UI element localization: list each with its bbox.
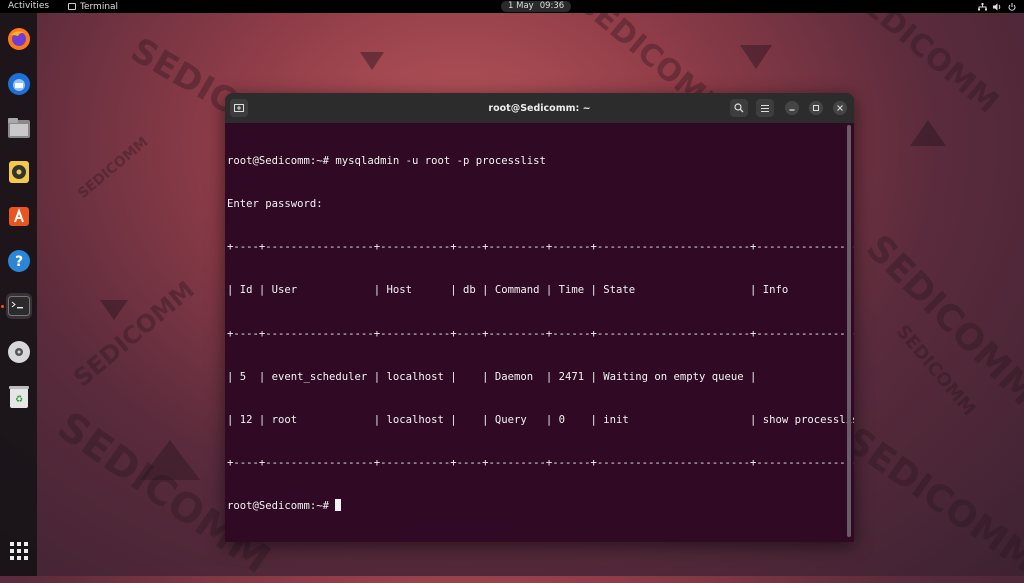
table-header: | Id | User | Host | db | Command | Time…: [227, 284, 854, 297]
power-icon: [1008, 2, 1016, 11]
watermark-text: SEDICOMM: [74, 134, 152, 202]
help-icon[interactable]: ?: [6, 248, 32, 274]
prompt: root@Sedicomm:~#: [227, 500, 336, 513]
scrollbar[interactable]: [847, 125, 851, 537]
disc-icon[interactable]: [6, 339, 32, 365]
svg-text:♻: ♻: [15, 395, 23, 405]
hamburger-icon: [761, 104, 769, 112]
top-bar: Activities Terminal 1 May 09:36: [0, 0, 1024, 13]
terminal-output[interactable]: root@Sedicomm:~# mysqladmin -u root -p p…: [227, 125, 854, 535]
rhythmbox-icon[interactable]: [6, 159, 32, 185]
clock[interactable]: 1 May 09:36: [501, 1, 572, 12]
terminal-icon[interactable]: [6, 293, 32, 319]
table-row: | 12 | root | localhost | | Query | 0 | …: [227, 414, 854, 427]
wallpaper-triangle: [100, 300, 128, 320]
command-line: root@Sedicomm:~# mysqladmin -u root -p p…: [227, 154, 546, 167]
watermark-text: SEDICOMM: [68, 275, 200, 393]
maximize-icon: [813, 105, 819, 111]
text-cursor: [335, 499, 342, 512]
table-row: | 5 | event_scheduler | localhost | | Da…: [227, 370, 854, 383]
show-apps-icon[interactable]: [6, 538, 32, 564]
files-icon[interactable]: [6, 115, 32, 141]
running-indicator: [1, 305, 4, 308]
watermark-text: SEDICOMM: [858, 227, 1024, 414]
new-tab-button[interactable]: [230, 99, 248, 117]
firefox-icon[interactable]: [6, 26, 32, 52]
close-icon: [837, 105, 843, 111]
table-border: +----+-----------------+-----------+----…: [227, 457, 854, 470]
terminal-window[interactable]: root@Sedicomm: ~ root@Sedicomm:~# mysqla…: [225, 93, 854, 542]
watermark-text: SEDICOMM: [840, 0, 1005, 121]
wallpaper-triangle: [140, 440, 200, 480]
minimize-icon: [789, 109, 795, 111]
menu-button[interactable]: [756, 99, 774, 117]
maximize-button[interactable]: [809, 101, 823, 115]
software-icon[interactable]: [6, 203, 32, 229]
search-button[interactable]: [730, 99, 748, 117]
dock: ? ♻: [0, 13, 37, 576]
clock-date: 1 May: [508, 1, 534, 11]
output-line: Enter password:: [227, 198, 323, 211]
clock-time: 09:36: [539, 1, 565, 11]
wallpaper-triangle: [360, 52, 384, 70]
terminal-small-icon: [68, 3, 76, 10]
table-border: +----+-----------------+-----------+----…: [227, 241, 854, 254]
watermark-text: SEDICOMM: [838, 419, 1024, 582]
app-menu-label: Terminal: [80, 1, 119, 12]
new-tab-icon: [234, 104, 244, 112]
wallpaper-triangle: [740, 45, 772, 69]
wallpaper-triangle: [910, 120, 946, 146]
network-icon: [978, 2, 987, 10]
thunderbird-icon[interactable]: [6, 71, 32, 97]
activities-button[interactable]: Activities: [8, 0, 49, 13]
system-tray[interactable]: [978, 0, 1016, 13]
prompt-line[interactable]: root@Sedicomm:~#: [227, 499, 847, 513]
app-menu[interactable]: Terminal: [68, 0, 118, 13]
watermark-text: SEDICOMM: [891, 321, 980, 420]
terminal-header[interactable]: root@Sedicomm: ~: [225, 93, 854, 123]
volume-icon: [993, 3, 1001, 10]
close-button[interactable]: [833, 101, 847, 115]
svg-text:?: ?: [15, 254, 23, 270]
trash-icon[interactable]: ♻: [6, 384, 32, 410]
window-title: root@Sedicomm: ~: [488, 102, 591, 114]
minimize-button[interactable]: [785, 101, 799, 115]
search-icon: [734, 103, 744, 113]
table-border: +----+-----------------+-----------+----…: [227, 327, 854, 340]
